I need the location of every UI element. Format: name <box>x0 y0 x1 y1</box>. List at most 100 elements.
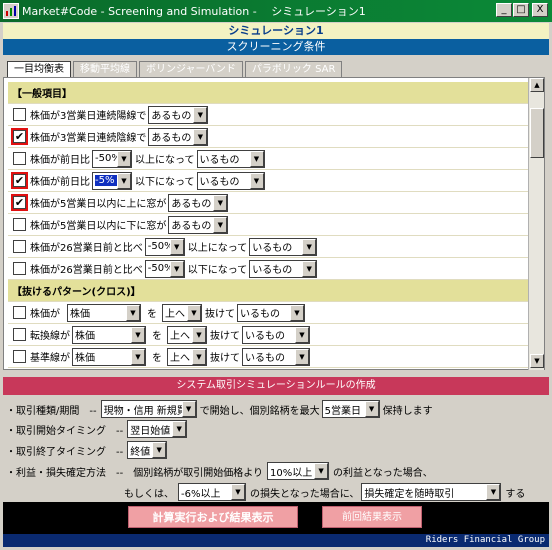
condition-label: 株価が3営業日連続陰線で <box>30 133 147 144</box>
dropdown-arrow-icon: ▼ <box>249 172 264 189</box>
condition-dropdown[interactable]: あるもの ▼ <box>148 127 209 146</box>
maximize-button[interactable]: □ <box>513 3 529 17</box>
tab-moving-average[interactable]: 移動平均線 <box>73 61 137 77</box>
dropdown-arrow-icon: ▼ <box>126 304 140 321</box>
conditions-scrollbar[interactable]: ▲ ▼ <box>528 78 544 370</box>
simulation-name: シミュレーション1 <box>3 23 549 39</box>
app-icon <box>3 3 19 19</box>
condition-row: 株価が前日比 -50%▼ 以上になって いるもの▼ <box>8 148 532 170</box>
dropdown-arrow-icon: ▼ <box>486 484 501 500</box>
condition-dropdown[interactable]: いるもの ▼ <box>249 259 318 278</box>
dropdown-arrow-icon: ▼ <box>169 260 184 277</box>
dropdown-arrow-icon: ▼ <box>152 442 167 458</box>
indicator-tabs: 一目均衡表 移動平均線 ボリンジャーバンド パラボリック SAR <box>7 61 344 78</box>
dropdown-arrow-icon: ▼ <box>193 106 208 123</box>
condition-mid-label: 以上になって <box>187 243 248 254</box>
dropdown-arrow-icon: ▼ <box>192 326 206 343</box>
condition-checkbox[interactable]: ✔ <box>13 196 26 209</box>
indicator-dropdown[interactable]: 株価 ▼ <box>72 325 146 344</box>
loss-method-dropdown[interactable]: 損失確定を随時取引 ▼ <box>361 483 502 501</box>
dropdown-arrow-icon: ▼ <box>302 260 317 277</box>
dropdown-arrow-icon: ▼ <box>290 304 304 321</box>
condition-label: 株価が26営業日前と比べ <box>30 265 143 276</box>
dropdown-arrow-icon: ▼ <box>213 216 228 233</box>
trade-type-dropdown[interactable]: 現物・信用 新規買 ▼ <box>100 400 197 418</box>
condition-label: 基準線が <box>30 353 70 364</box>
condition-checkbox[interactable] <box>13 350 26 363</box>
percent-dropdown[interactable]: -50%▼ <box>92 149 132 168</box>
condition-row: 株価が5営業日以内に下に窓が あるもの ▼ <box>8 214 532 236</box>
condition-checkbox[interactable]: ✔ <box>13 130 26 143</box>
condition-checkbox[interactable] <box>13 328 26 341</box>
tab-parabolic-sar[interactable]: パラボリック SAR <box>244 61 343 77</box>
condition-label: 株価が5営業日以内に上に窓が <box>30 199 167 210</box>
condition-dropdown[interactable]: いるもの ▼ <box>196 171 265 190</box>
run-calculation-button[interactable]: 計算実行および結果表示 <box>128 506 298 528</box>
indicator-dropdown[interactable]: 株価 ▼ <box>67 303 141 322</box>
condition-checkbox[interactable] <box>13 218 26 231</box>
previous-results-button[interactable]: 前回結果表示 <box>322 506 422 528</box>
dropdown-arrow-icon: ▼ <box>187 304 201 321</box>
cross-row: 転換線が 株価 ▼ を 上へ ▼ 抜けて いるもの ▼ <box>8 324 532 346</box>
dropdown-arrow-icon: ▼ <box>131 326 145 343</box>
profit-threshold-dropdown[interactable]: 10%以上 ▼ <box>267 462 330 480</box>
dropdown-arrow-icon: ▼ <box>117 172 131 189</box>
cross-row: 基準線が 株価 ▼ を 上へ ▼ 抜けて いるもの ▼ <box>8 346 532 368</box>
loss-rule-line: もしくは、 -6%以上 ▼ の損失となった場合に、 損失確定を随時取引 ▼ する <box>124 483 525 501</box>
condition-dropdown[interactable]: いるもの ▼ <box>242 325 310 344</box>
tab-bollinger[interactable]: ボリンジャーバンド <box>139 61 243 77</box>
minimize-button[interactable]: _ <box>496 3 512 17</box>
percent-dropdown[interactable]: -50%▼ <box>144 259 185 278</box>
close-button[interactable]: X <box>532 3 548 17</box>
condition-checkbox[interactable] <box>13 262 26 275</box>
condition-label: 株価が <box>30 309 60 320</box>
trade-start-dropdown[interactable]: 翌日始値 ▼ <box>127 420 188 438</box>
percent-dropdown[interactable]: -5% ▼ <box>92 171 132 190</box>
loss-threshold-dropdown[interactable]: -6%以上 ▼ <box>178 483 246 501</box>
dropdown-arrow-icon: ▼ <box>302 238 317 255</box>
trade-type-line: ・取引種類/期間 -- 現物・信用 新規買 ▼ で開始し、個別銘柄を最大 5営業日… <box>6 400 433 418</box>
condition-dropdown[interactable]: あるもの ▼ <box>168 215 229 234</box>
dropdown-arrow-icon: ▼ <box>131 348 145 365</box>
scroll-thumb[interactable] <box>530 108 544 158</box>
condition-dropdown[interactable]: いるもの ▼ <box>196 149 265 168</box>
percent-dropdown[interactable]: -50%▼ <box>144 237 185 256</box>
condition-checkbox[interactable] <box>13 240 26 253</box>
condition-row: 株価が26営業日前と比べ -50%▼ 以上になって いるもの▼ <box>8 236 532 258</box>
direction-dropdown[interactable]: 上へ ▼ <box>162 303 202 322</box>
direction-dropdown[interactable]: 上へ ▼ <box>167 325 207 344</box>
trade-start-line: ・取引開始タイミング -- 翌日始値 ▼ <box>6 420 188 438</box>
condition-mid-label: 以上になって <box>135 155 195 166</box>
condition-label: 株価が5営業日以内に下に窓が <box>30 221 167 232</box>
condition-checkbox[interactable] <box>13 108 26 121</box>
dropdown-arrow-icon: ▼ <box>314 463 329 479</box>
profit-rule-line: ・利益・損失確定方法 -- 個別銘柄が取引開始価格より 10%以上 ▼ の利益とな… <box>6 462 433 480</box>
dropdown-arrow-icon: ▼ <box>364 401 379 417</box>
scroll-down-icon[interactable]: ▼ <box>530 354 544 368</box>
condition-dropdown[interactable]: あるもの ▼ <box>148 105 209 124</box>
condition-dropdown[interactable]: あるもの ▼ <box>168 193 229 212</box>
condition-checkbox[interactable] <box>13 306 26 319</box>
condition-checkbox[interactable]: ✔ <box>13 174 26 187</box>
indicator-dropdown[interactable]: 株価 ▼ <box>72 347 146 366</box>
dropdown-arrow-icon: ▼ <box>249 150 264 167</box>
scroll-up-icon[interactable]: ▲ <box>530 78 544 92</box>
condition-row: ✔ 株価が5営業日以内に上に窓が あるもの ▼ <box>8 192 532 214</box>
dropdown-arrow-icon: ▼ <box>181 401 196 417</box>
brand-label: Riders Financial Group <box>3 534 549 547</box>
section-general: 【一般項目】 <box>8 82 532 104</box>
window-titlebar: Market#Code - Screening and Simulation -… <box>0 0 552 22</box>
trade-end-dropdown[interactable]: 終値 ▼ <box>127 441 168 459</box>
condition-dropdown[interactable]: いるもの ▼ <box>237 303 305 322</box>
holding-period-dropdown[interactable]: 5営業日 ▼ <box>321 400 380 418</box>
direction-dropdown[interactable]: 上へ ▼ <box>167 347 207 366</box>
simulation-rules-title: システム取引シミュレーションルールの作成 <box>3 377 549 395</box>
condition-row: ✔ 株価が前日比 -5% ▼ 以下になって いるもの ▼ <box>8 170 532 192</box>
condition-dropdown[interactable]: いるもの ▼ <box>249 237 318 256</box>
condition-checkbox[interactable] <box>13 152 26 165</box>
condition-label: 株価が前日比 <box>30 155 90 166</box>
condition-dropdown[interactable]: いるもの ▼ <box>242 347 310 366</box>
dropdown-arrow-icon: ▼ <box>295 348 309 365</box>
dropdown-arrow-icon: ▼ <box>213 194 228 211</box>
tab-ichimoku[interactable]: 一目均衡表 <box>7 61 71 78</box>
